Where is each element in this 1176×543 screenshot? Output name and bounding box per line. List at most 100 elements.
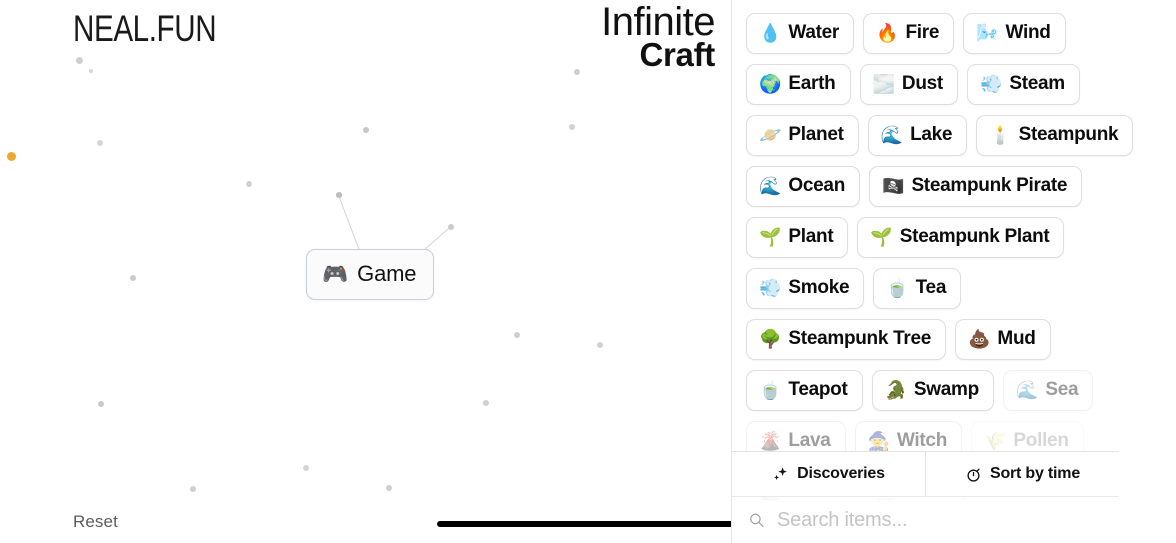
item-label: Steampunk Pirate: [911, 175, 1068, 196]
search-bar[interactable]: [732, 497, 1119, 543]
water-wave-emoji: 🌊: [1015, 380, 1039, 400]
canvas-particle: [386, 485, 392, 491]
search-input[interactable]: [777, 508, 1105, 532]
discoveries-label: Discoveries: [797, 465, 885, 482]
item-label: Ocean: [788, 175, 846, 196]
fire-emoji: 🔥: [876, 23, 899, 43]
item-label: Water: [788, 22, 840, 43]
item-chip[interactable]: 🔥 Fire: [863, 13, 955, 54]
item-label: Teapot: [788, 379, 848, 400]
mage-emoji: 🧙: [867, 431, 890, 451]
canvas-particle: [97, 140, 103, 146]
item-label: Mud: [997, 328, 1036, 349]
canvas-particle: [597, 342, 603, 348]
volcano-emoji: 🌋: [759, 431, 782, 451]
canvas-particle: [130, 275, 136, 281]
item-chip[interactable]: 🌫️ Dust: [859, 64, 958, 105]
item-chip[interactable]: 🌊 Ocean: [746, 166, 861, 207]
item-label: Steampunk Tree: [788, 328, 931, 349]
canvas-particle: [75, 56, 83, 64]
sort-by-time-button[interactable]: Sort by time: [925, 452, 1119, 496]
infinite-craft-app: NEAL.FUN Infinite Craft 🎮 Game Reset 💧 Wat…: [0, 0, 1176, 543]
teacup-emoji: 🍵: [886, 278, 909, 298]
video-game-emoji: 🎮: [322, 262, 349, 286]
wind-face-emoji: 🌬️: [976, 23, 999, 43]
page-title-line2: Craft: [639, 36, 715, 74]
ringed-planet-emoji: 🪐: [759, 125, 782, 145]
reset-button[interactable]: Reset: [73, 512, 118, 532]
sidebar-bottom-sheet: Discoveries Sort by time: [732, 451, 1119, 543]
item-label: Steampunk Plant: [899, 226, 1050, 247]
item-label: Tea: [915, 277, 947, 298]
canvas-particle: [483, 400, 489, 406]
teacup-emoji: 🍵: [759, 380, 782, 400]
canvas-particle: [574, 69, 580, 75]
home-indicator: [437, 521, 731, 527]
canvas-particle: [190, 486, 196, 492]
dashing-away-emoji: 💨: [759, 278, 782, 298]
item-label: Earth: [788, 73, 836, 94]
item-chip[interactable]: 🪐 Planet: [746, 115, 859, 156]
water-wave-emoji: 🌊: [880, 125, 904, 145]
water-wave-emoji: 🌊: [759, 176, 782, 196]
canvas-particle: [89, 69, 93, 73]
item-label: Lake: [910, 124, 953, 145]
item-chip[interactable]: 🌬️ Wind: [963, 13, 1066, 54]
item-label: Sea: [1045, 379, 1079, 400]
item-chip[interactable]: 🌊 Sea: [1002, 370, 1094, 411]
fog-emoji: 🌫️: [872, 74, 895, 94]
pirate-flag-emoji: 🏴‍☠️: [882, 176, 905, 196]
item-label: Plant: [788, 226, 834, 247]
item-chip[interactable]: 💨 Steam: [966, 64, 1080, 105]
item-label: Pollen: [1013, 430, 1069, 451]
pile-of-poo-emoji: 💩: [968, 329, 991, 349]
crocodile-emoji: 🐊: [884, 380, 907, 400]
item-chip[interactable]: 🌳 Steampunk Tree: [746, 319, 946, 360]
canvas-particle: [514, 332, 520, 338]
items-sidebar: 💧 Water 🔥 Fire 🌬️ Wind 🌍 Earth 🌫️ Dust 💨 Steam 🪐 Plan…: [731, 0, 1176, 543]
canvas-particle: [97, 400, 105, 408]
canvas-particle: [569, 124, 575, 130]
item-chip[interactable]: 🍵 Tea: [873, 268, 962, 309]
item-label: Wind: [1005, 22, 1051, 43]
candle-emoji: 🕯️: [989, 125, 1012, 145]
item-label: Steampunk: [1018, 124, 1119, 145]
canvas-particle: [303, 465, 309, 471]
canvas-particle: [448, 224, 454, 230]
item-label: Lava: [788, 430, 831, 451]
item-chip[interactable]: 💩 Mud: [955, 319, 1051, 360]
item-chip[interactable]: 🍵 Teapot: [746, 370, 863, 411]
item-label: Planet: [788, 124, 844, 145]
item-chip[interactable]: 💨 Smoke: [746, 268, 865, 309]
item-label: Swamp: [913, 379, 979, 400]
item-label: Fire: [905, 22, 940, 43]
item-chip[interactable]: 🐊 Swamp: [871, 370, 994, 411]
deciduous-tree-emoji: 🌳: [759, 329, 782, 349]
item-chip[interactable]: 🕯️ Steampunk: [976, 115, 1134, 156]
item-chip[interactable]: 🌊 Lake: [867, 115, 968, 156]
item-label: Witch: [896, 430, 947, 451]
canvas-node-label: Game: [357, 261, 417, 286]
item-chip[interactable]: 🏴‍☠️ Steampunk Pirate: [869, 166, 1083, 207]
item-chip[interactable]: 🌱 Plant: [746, 217, 849, 258]
canvas-particle: [336, 192, 342, 198]
canvas-particle: [246, 181, 252, 187]
crafting-canvas[interactable]: NEAL.FUN Infinite Craft 🎮 Game Reset: [0, 0, 731, 543]
seedling-emoji: 🌱: [870, 227, 893, 247]
sheaf-of-rice-emoji: 🌾: [984, 431, 1007, 451]
page-title: Infinite Craft: [601, 2, 715, 74]
item-chip[interactable]: 🌍 Earth: [746, 64, 851, 105]
search-icon: [748, 512, 765, 529]
item-chip[interactable]: 💧 Water: [746, 13, 855, 54]
discoveries-button[interactable]: Discoveries: [732, 452, 925, 496]
sort-by-time-label: Sort by time: [989, 465, 1081, 482]
item-chip[interactable]: 🌱 Steampunk Plant: [857, 217, 1065, 258]
seedling-emoji: 🌱: [759, 227, 782, 247]
droplet-emoji: 💧: [759, 23, 782, 43]
dashing-away-emoji: 💨: [979, 74, 1003, 94]
item-label: Smoke: [788, 277, 850, 298]
sparkles-icon: [772, 466, 789, 483]
neal-fun-logo[interactable]: NEAL.FUN: [73, 10, 217, 47]
stopwatch-icon: [965, 466, 982, 483]
canvas-node[interactable]: 🎮 Game: [306, 249, 435, 300]
